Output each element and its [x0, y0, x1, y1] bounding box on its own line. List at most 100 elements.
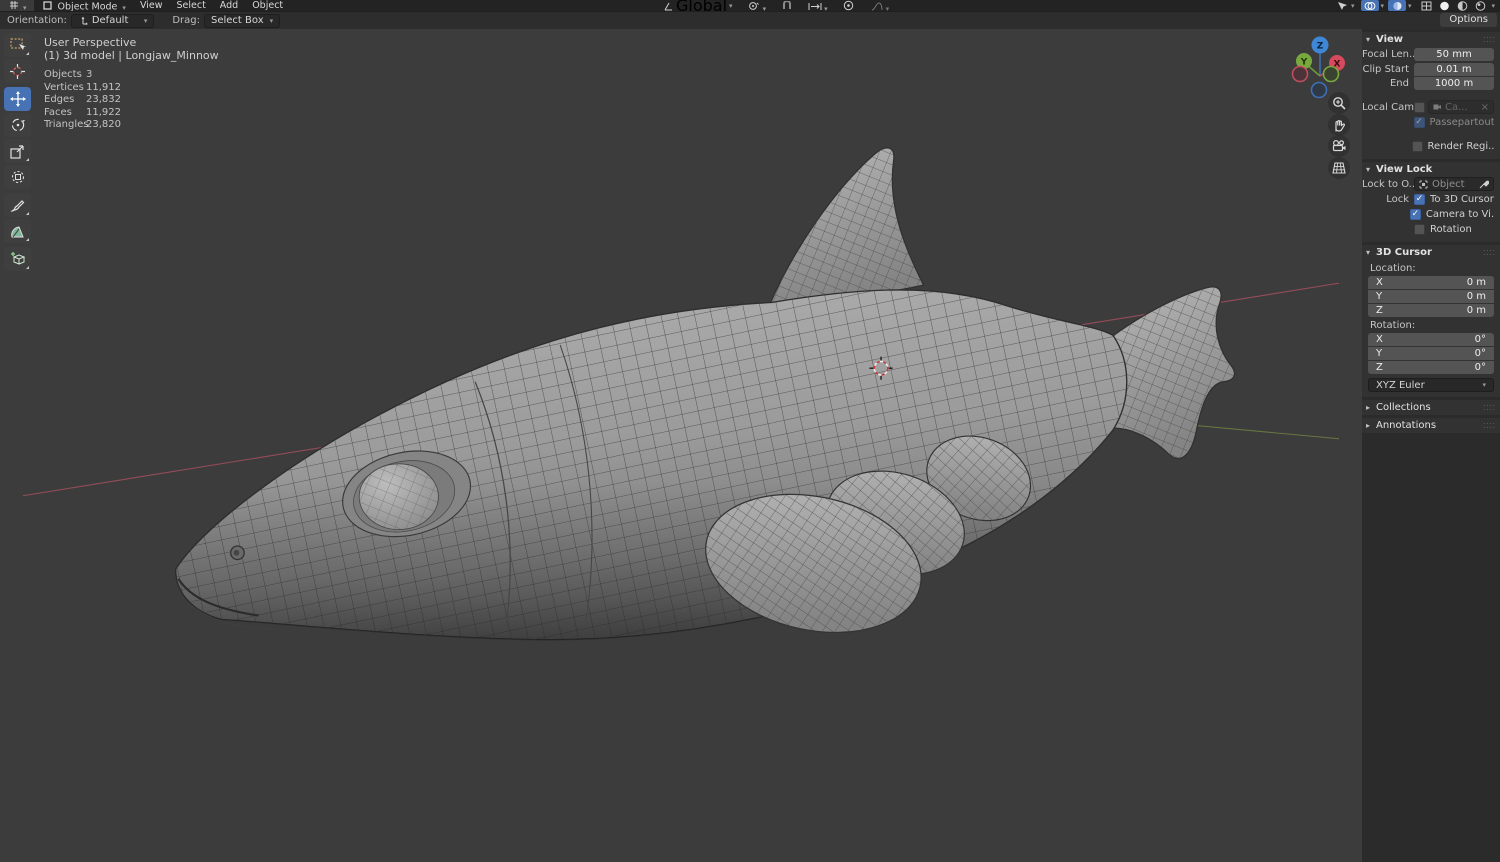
editor-type-button[interactable]: ▾ — [0, 0, 34, 11]
menu-view[interactable]: View — [133, 0, 170, 11]
nostril — [230, 545, 245, 561]
transform-orientation-label: Global — [676, 0, 728, 15]
chevron-down-icon[interactable]: ▾ — [1408, 2, 1412, 10]
object-mode-dropdown[interactable]: Object Mode ▾ — [34, 0, 133, 11]
transform-controls: Global ▾ ▾ ▾ ▾ — [655, 0, 897, 15]
cursor-location-z[interactable]: Z0 m — [1368, 304, 1494, 317]
panel-3d-cursor: ▾ 3D Cursor ···· ···· Location: X0 m Y0 m… — [1362, 245, 1500, 397]
lock-label: Lock — [1386, 193, 1409, 205]
local-camera-checkbox[interactable] — [1414, 101, 1425, 113]
lock-to-3d-cursor-checkbox[interactable]: ✓ — [1414, 193, 1425, 205]
panel-view-lock-header[interactable]: ▾ View Lock — [1362, 162, 1500, 177]
shading-solid-button[interactable] — [1436, 0, 1454, 11]
panel-annotations: ▸ Annotations ···· ···· — [1362, 418, 1500, 433]
xray-icon — [1390, 1, 1404, 11]
panel-annotations-title: Annotations — [1376, 420, 1437, 431]
menu-add[interactable]: Add — [213, 0, 245, 11]
local-camera-object-field[interactable]: Ca... × — [1428, 100, 1494, 114]
panel-collections-header[interactable]: ▸ Collections ···· ···· — [1362, 400, 1500, 415]
gizmo-negative-y-axis[interactable] — [1322, 65, 1340, 83]
stat-vertices: Vertices 11,912 — [44, 81, 121, 93]
cursor-rotation-y[interactable]: Y 0° — [1368, 347, 1494, 360]
viewport-3d[interactable]: User Perspective (1) 3d model | Longjaw_… — [0, 29, 1362, 862]
viewport-header-toggles: ▾ ▾ ▾ ▾ — [1333, 0, 1495, 11]
panel-grip-icon[interactable]: ···· ···· — [1483, 247, 1496, 258]
panel-grip-icon[interactable]: ···· ···· — [1483, 402, 1496, 413]
lock-rotation-label: Rotation — [1430, 223, 1472, 235]
add-cube-tool[interactable] — [4, 247, 31, 271]
show-overlays-toggle[interactable] — [1360, 0, 1379, 11]
transform-tool[interactable] — [4, 165, 31, 189]
shading-material-button[interactable] — [1454, 0, 1472, 11]
scale-tool[interactable] — [4, 139, 31, 163]
move-tool[interactable] — [4, 87, 31, 111]
cursor-tool[interactable] — [4, 59, 31, 83]
overlays-icon — [1363, 1, 1377, 11]
proportional-falloff-dropdown[interactable]: ▾ — [863, 0, 897, 13]
xray-toggle[interactable] — [1388, 0, 1407, 11]
menu-select[interactable]: Select — [169, 0, 212, 11]
panel-grip-icon[interactable]: ···· ···· — [1483, 420, 1496, 431]
chevron-down-icon: ▾ — [1366, 35, 1371, 44]
menu-object[interactable]: Object — [245, 0, 290, 11]
gizmo-icon — [1335, 1, 1349, 11]
transform-orientation-dropdown[interactable]: Global ▾ — [655, 0, 740, 15]
annotate-tool[interactable] — [4, 193, 31, 217]
options-button[interactable]: Options — [1440, 13, 1497, 27]
passepartout-checkbox[interactable]: ✓ — [1413, 116, 1425, 128]
clip-start-field[interactable]: 0.01 m — [1414, 62, 1494, 76]
zoom-button[interactable] — [1328, 92, 1350, 114]
pivot-point-dropdown[interactable]: ▾ — [740, 0, 774, 13]
cursor-location-x[interactable]: X0 m — [1368, 276, 1494, 289]
camera-to-view-checkbox[interactable]: ✓ — [1409, 208, 1421, 220]
snap-with-dropdown[interactable]: ▾ — [801, 0, 835, 13]
shading-rendered-button[interactable] — [1472, 0, 1490, 11]
eyedropper-icon[interactable] — [1479, 179, 1489, 189]
pan-hand-button[interactable] — [1328, 114, 1350, 136]
cursor-rotation-fields: X 0° Y 0° Z 0° — [1368, 333, 1494, 374]
shading-dropdown[interactable]: ▾ — [1492, 2, 1496, 10]
drag-value: Select Box — [211, 15, 264, 26]
camera-view-button[interactable] — [1328, 135, 1350, 157]
chevron-down-icon: ▾ — [1366, 248, 1371, 257]
cursor-rotation-z[interactable]: Z 0° — [1368, 361, 1494, 374]
clear-icon[interactable]: × — [1481, 102, 1489, 113]
panel-grip-icon[interactable]: ···· ···· — [1483, 34, 1496, 45]
cursor-location-y[interactable]: Y0 m — [1368, 290, 1494, 303]
measure-tool[interactable] — [4, 219, 31, 243]
orientation-dropdown[interactable]: Default ▾ — [70, 13, 155, 28]
cursor-rotation-x[interactable]: X 0° — [1368, 333, 1494, 346]
snap-toggle[interactable] — [773, 0, 801, 11]
scene-canvas — [22, 147, 1340, 651]
rotation-order-dropdown[interactable]: XYZ Euler ▾ — [1368, 378, 1494, 392]
clip-end-field[interactable]: 1000 m — [1414, 76, 1494, 90]
camera-to-view-row: ✓ Camera to Vi... — [1362, 207, 1494, 221]
lock-rotation-checkbox[interactable] — [1414, 223, 1425, 235]
chevron-down-icon[interactable]: ▾ — [1381, 2, 1385, 10]
clip-end-row: End 1000 m — [1362, 76, 1494, 90]
passepartout-row: ✓ Passepartout — [1362, 115, 1494, 129]
select-box-tool[interactable] — [4, 33, 31, 57]
focal-length-label: Focal Len... — [1362, 48, 1414, 60]
focal-length-field[interactable]: 50 mm — [1414, 47, 1494, 61]
panel-view-title: View — [1376, 34, 1404, 45]
ortho-perspective-button[interactable] — [1328, 157, 1350, 179]
clip-start-label: Clip Start — [1362, 63, 1410, 75]
to-3d-cursor-label: To 3D Cursor — [1430, 193, 1494, 205]
panel-3d-cursor-header[interactable]: ▾ 3D Cursor ···· ···· — [1362, 245, 1500, 260]
gizmo-negative-z-axis[interactable] — [1310, 81, 1328, 99]
gizmo-negative-x-axis[interactable] — [1291, 65, 1309, 83]
model-longjaw-minnow[interactable] — [174, 147, 1236, 651]
panel-collections-title: Collections — [1376, 402, 1431, 413]
lock-object-field[interactable]: Object — [1414, 177, 1494, 191]
proportional-editing-toggle[interactable] — [835, 0, 863, 11]
rotate-tool[interactable] — [4, 113, 31, 137]
lock-rotation-row: Rotation — [1362, 222, 1494, 236]
chevron-right-icon: ▸ — [1366, 403, 1371, 412]
show-gizmo-dropdown[interactable]: ▾ — [1333, 0, 1357, 11]
render-region-checkbox[interactable] — [1411, 140, 1423, 152]
shading-wireframe-button[interactable] — [1418, 0, 1436, 11]
panel-annotations-header[interactable]: ▸ Annotations ···· ···· — [1362, 418, 1500, 433]
panel-view-header[interactable]: ▾ View ···· ···· — [1362, 32, 1500, 47]
drag-dropdown[interactable]: Select Box ▾ — [204, 13, 281, 28]
